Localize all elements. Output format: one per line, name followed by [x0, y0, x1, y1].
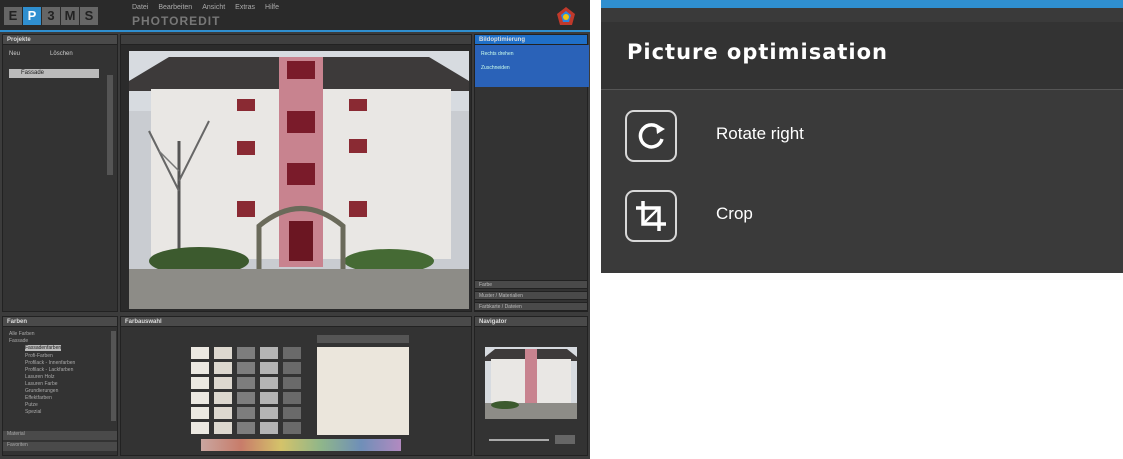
tree-item[interactable]: Fassade: [9, 338, 28, 344]
tree-item-selected[interactable]: Fassadenfarben: [25, 345, 62, 351]
picture-optimisation-panel: Bildoptimierung Rechts drehen Zuschneide…: [474, 34, 589, 312]
crop-option[interactable]: Crop: [601, 178, 1123, 248]
image-canvas-panel: [120, 34, 472, 312]
menu-item-view[interactable]: Ansicht: [202, 4, 225, 11]
app-window: E P 3 M S Datei Bearbeiten Ansicht Extra…: [0, 0, 590, 459]
optimisation-list: Rechts drehen Zuschneiden: [475, 45, 589, 87]
picture-optimisation-heading: Picture optimisation: [627, 40, 888, 64]
patterns-section-bar[interactable]: Muster / Materialien: [474, 291, 588, 300]
project-list-item-selected[interactable]: Fassade: [9, 69, 99, 78]
tree-item[interactable]: Profilack - Innenfarben: [25, 360, 75, 366]
menu-item-extras[interactable]: Extras: [235, 4, 255, 11]
page: E P 3 M S Datei Bearbeiten Ansicht Extra…: [0, 0, 1123, 459]
logo-letter: E: [4, 7, 22, 25]
projects-panel: Projekte Neu Löschen Fassade: [2, 34, 118, 312]
tree-item[interactable]: Effektfarben: [25, 395, 52, 401]
color-swatch-grid[interactable]: [121, 327, 473, 457]
menu-item-edit[interactable]: Bearbeiten: [158, 4, 192, 11]
colorcard-section-bar[interactable]: Farbkarte / Dateien: [474, 302, 588, 311]
menu-item-file[interactable]: Datei: [132, 4, 148, 11]
colors-tree-panel: Farben Alle Farben Fassade Fassadenfarbe…: [2, 316, 118, 456]
menu-item-help[interactable]: Hilfe: [265, 4, 279, 11]
navigator-title: Navigator: [475, 317, 587, 327]
picture-optimisation-zoom: Picture optimisation Rotate right Crop: [601, 0, 1123, 273]
tree-item[interactable]: Profilack - Lackfarben: [25, 367, 73, 373]
logo-letter: M: [61, 7, 79, 25]
tree-item[interactable]: Profi-Farben: [25, 353, 53, 359]
logo-letter: P: [23, 7, 41, 25]
material-section-bar[interactable]: Material: [3, 431, 117, 440]
logo-letter: 3: [42, 7, 60, 25]
color-section-bar[interactable]: Farbe: [474, 280, 588, 289]
logo-letter: S: [80, 7, 98, 25]
projects-toolbar: Neu Löschen: [9, 51, 73, 57]
crop-item[interactable]: Zuschneiden: [481, 65, 510, 71]
rotate-right-label[interactable]: Rotate right: [716, 124, 804, 144]
crop-icon[interactable]: [625, 190, 677, 242]
tree-item[interactable]: Putze: [25, 402, 38, 408]
app-header: E P 3 M S Datei Bearbeiten Ansicht Extra…: [0, 0, 590, 32]
delete-project-button[interactable]: Löschen: [50, 51, 73, 57]
app-title: PHOTOREDIT: [132, 14, 221, 28]
color-picker-title: Farbauswahl: [121, 317, 471, 327]
canvas-toolbar: [121, 35, 471, 45]
brand-icon: [557, 7, 575, 25]
tree-item[interactable]: Lasuren Holz: [25, 374, 54, 380]
rotate-right-item[interactable]: Rechts drehen: [481, 51, 514, 57]
navigator-thumbnail[interactable]: [485, 347, 577, 419]
new-project-button[interactable]: Neu: [9, 51, 20, 57]
rotate-right-option[interactable]: Rotate right: [601, 98, 1123, 168]
rotate-right-icon[interactable]: [625, 110, 677, 162]
zoom-value-box[interactable]: [555, 435, 575, 444]
picture-optimisation-header: Picture optimisation: [601, 22, 1123, 90]
favorites-section-bar[interactable]: Favoriten: [3, 442, 117, 451]
tree-item[interactable]: Alle Farben: [9, 331, 35, 337]
tree-scrollbar[interactable]: [111, 331, 116, 421]
house-photo[interactable]: [129, 51, 469, 309]
colors-tree-title: Farben: [3, 317, 117, 327]
tree-item[interactable]: Lasuren Farbe: [25, 381, 58, 387]
menu-bar: Datei Bearbeiten Ansicht Extras Hilfe: [132, 4, 279, 11]
zoom-slider[interactable]: [489, 439, 549, 441]
crop-label[interactable]: Crop: [716, 204, 753, 224]
app-logo: E P 3 M S: [4, 7, 98, 25]
tree-item[interactable]: Spezial: [25, 409, 41, 415]
projects-scrollbar[interactable]: [107, 75, 113, 175]
color-picker-panel: Farbauswahl: [120, 316, 472, 456]
tree-item[interactable]: Grundierungen: [25, 388, 58, 394]
navigator-panel: Navigator: [474, 316, 588, 456]
picture-optimisation-title: Bildoptimierung: [475, 35, 587, 45]
projects-panel-title: Projekte: [3, 35, 117, 45]
